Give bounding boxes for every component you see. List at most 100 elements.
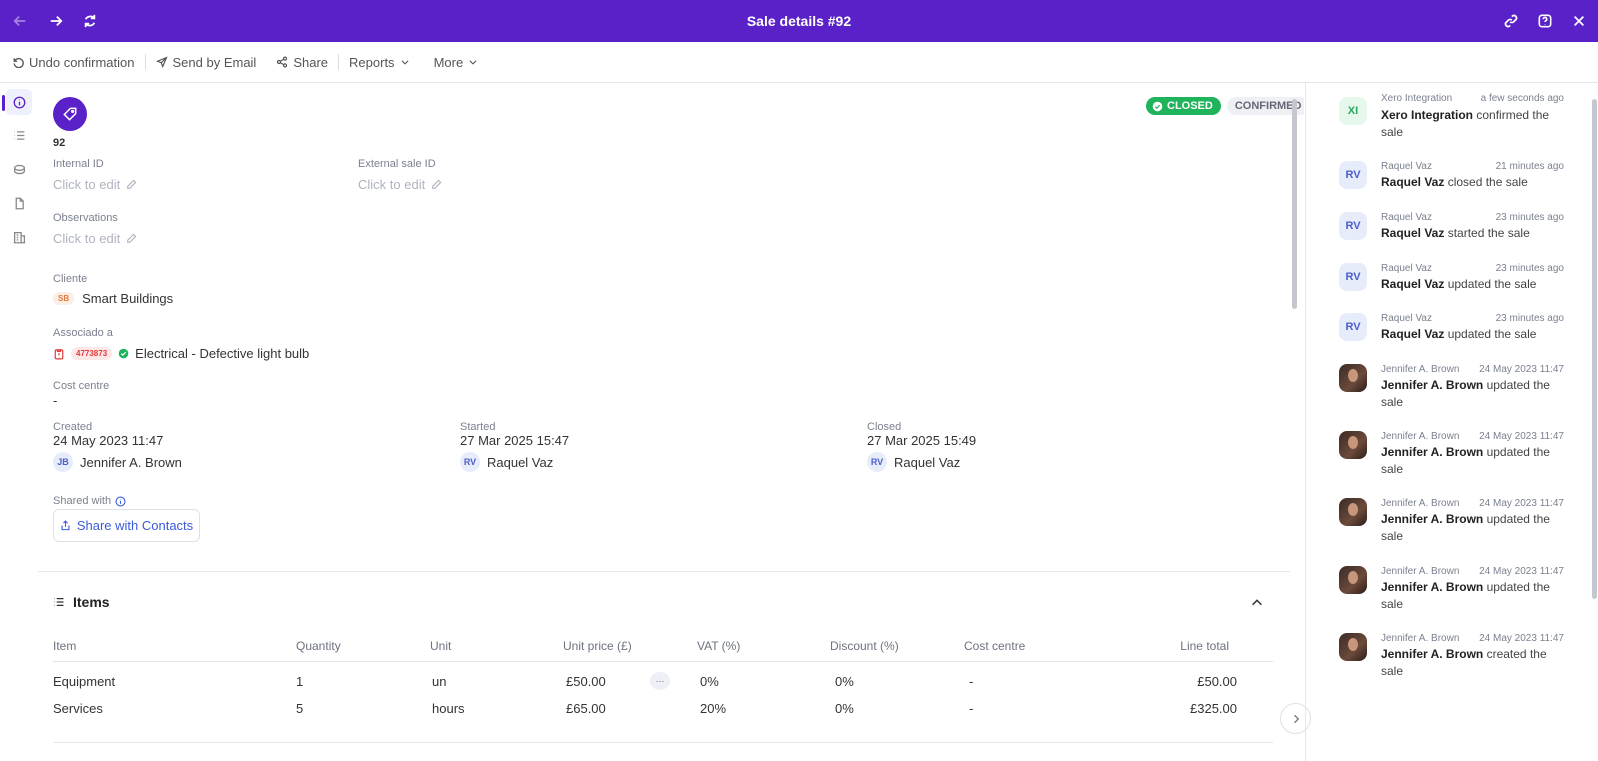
sale-tag-icon: [53, 97, 87, 131]
window-title: Sale details #92: [746, 13, 852, 29]
send-by-email-label: Send by Email: [172, 54, 257, 70]
info-icon[interactable]: [6, 89, 32, 115]
activity-item: Jennifer A. Brown 24 May 2023 11:47 Jenn…: [1306, 498, 1586, 543]
avatar: [1339, 431, 1367, 459]
table-row[interactable]: Equipment 1 un £50.00 ··· 0% 0% - £50.00: [53, 672, 1273, 700]
share-upload-icon: [61, 520, 70, 531]
activity-item: Jennifer A. Brown 24 May 2023 11:47 Jenn…: [1306, 431, 1586, 476]
items-table-header: Item Quantity Unit Unit price (£) VAT (%…: [53, 639, 1273, 662]
cost-centre-value: -: [53, 393, 58, 408]
help-icon[interactable]: [1535, 11, 1555, 31]
sale-details-panel: 92 CLOSED CONFIRMED Internal ID Click to…: [38, 83, 1304, 761]
shared-with-label: Shared with: [53, 495, 126, 507]
associated-name: Electrical - Defective light bulb: [135, 346, 310, 361]
sale-number: 92: [53, 137, 66, 149]
column-header: Item: [53, 639, 77, 653]
check-circle-icon: [118, 348, 129, 359]
avatar: RV: [460, 452, 480, 472]
chevron-up-icon[interactable]: [1250, 596, 1264, 610]
info-icon[interactable]: [115, 495, 126, 507]
avatar: XI: [1339, 97, 1367, 125]
client-label: Cliente: [53, 273, 88, 285]
column-header: Line total: [1180, 639, 1229, 653]
client-avatar: SB: [53, 292, 75, 305]
column-header: Unit: [430, 639, 452, 653]
table-bottom-border: [53, 742, 1273, 743]
status-badge-closed: CLOSED: [1146, 97, 1221, 115]
column-header: Discount (%): [830, 639, 899, 653]
close-icon[interactable]: [1569, 11, 1589, 31]
action-toolbar: Undo confirmation Send by Email Share Re…: [0, 42, 1598, 83]
avatar: RV: [1339, 263, 1367, 291]
avatar: [1339, 364, 1367, 392]
send-by-email-button[interactable]: Send by Email: [146, 42, 267, 83]
share-icon: [277, 56, 288, 68]
column-header: Quantity: [296, 639, 341, 653]
avatar: RV: [1339, 212, 1367, 240]
started-by: RV Raquel Vaz: [460, 452, 553, 472]
active-indicator: [2, 95, 5, 111]
pencil-icon: [127, 179, 137, 189]
scrollbar-thumb[interactable]: [1292, 99, 1297, 309]
internal-id-label: Internal ID: [53, 158, 104, 170]
table-row[interactable]: Services 5 hours £65.00 20% 0% - £325.00: [53, 701, 1273, 727]
chevron-down-icon: [469, 60, 477, 65]
more-menu[interactable]: More: [420, 42, 489, 83]
title-bar: Sale details #92: [0, 0, 1598, 42]
more-label: More: [433, 54, 464, 70]
share-label: Share: [293, 54, 329, 70]
avatar: RV: [1339, 161, 1367, 189]
undo-confirmation-button[interactable]: Undo confirmation: [12, 42, 145, 83]
avatar: JB: [53, 452, 73, 472]
avatar: [1339, 566, 1367, 594]
external-sale-id-field[interactable]: Click to edit: [358, 177, 442, 192]
activity-item: Jennifer A. Brown 24 May 2023 11:47 Jenn…: [1306, 566, 1586, 611]
reports-menu[interactable]: Reports: [339, 42, 420, 83]
chevron-down-icon: [401, 60, 409, 65]
avatar: RV: [1339, 313, 1367, 341]
started-date: 27 Mar 2025 15:47: [460, 433, 570, 448]
send-icon: [155, 56, 168, 68]
row-more-button[interactable]: ···: [650, 672, 670, 690]
back-arrow-icon[interactable]: [10, 11, 30, 31]
created-date: 24 May 2023 11:47: [53, 433, 164, 448]
activity-panel: XI Xero Integration a few seconds ago Xe…: [1305, 83, 1598, 761]
activity-item: Jennifer A. Brown 24 May 2023 11:47 Jenn…: [1306, 633, 1586, 678]
items-title: Items: [73, 594, 110, 610]
pencil-icon: [432, 179, 442, 189]
items-section-header: Items: [53, 594, 110, 610]
avatar: [1339, 498, 1367, 526]
client-name: Smart Buildings: [82, 291, 174, 306]
avatar: RV: [867, 452, 887, 472]
list-icon: [54, 598, 64, 606]
client-link[interactable]: SB Smart Buildings: [53, 291, 173, 306]
link-icon[interactable]: [1501, 11, 1521, 31]
external-sale-id-label: External sale ID: [358, 158, 436, 170]
undo-label: Undo confirmation: [29, 54, 135, 70]
list-icon[interactable]: [6, 122, 32, 148]
created-by: JB Jennifer A. Brown: [53, 452, 182, 472]
associated-label: Associado a: [53, 327, 113, 339]
status-badges: CLOSED CONFIRMED: [1146, 97, 1304, 115]
building-icon[interactable]: [6, 224, 32, 250]
observations-field[interactable]: Click to edit: [53, 231, 137, 246]
main-scrollbar[interactable]: [1292, 89, 1297, 753]
pencil-icon: [127, 233, 137, 243]
activity-scrollbar[interactable]: [1592, 89, 1597, 753]
share-with-contacts-button[interactable]: Share with Contacts: [53, 509, 200, 542]
activity-item: Jennifer A. Brown 24 May 2023 11:47 Jenn…: [1306, 364, 1586, 409]
refresh-icon[interactable]: [80, 11, 100, 31]
internal-id-field[interactable]: Click to edit: [53, 177, 137, 192]
check-circle-icon: [1152, 101, 1163, 111]
observations-label: Observations: [53, 212, 118, 224]
forward-arrow-icon[interactable]: [46, 11, 66, 31]
associated-link[interactable]: 4773873 Electrical - Defective light bul…: [53, 346, 309, 361]
closed-label: Closed: [867, 421, 902, 433]
document-icon[interactable]: [6, 190, 32, 216]
scrollbar-thumb[interactable]: [1592, 99, 1597, 599]
closed-by: RV Raquel Vaz: [867, 452, 960, 472]
coins-icon[interactable]: [6, 156, 32, 182]
share-button[interactable]: Share: [266, 42, 338, 83]
clipboard-icon: [54, 348, 64, 359]
column-header: Cost centre: [964, 639, 1026, 653]
